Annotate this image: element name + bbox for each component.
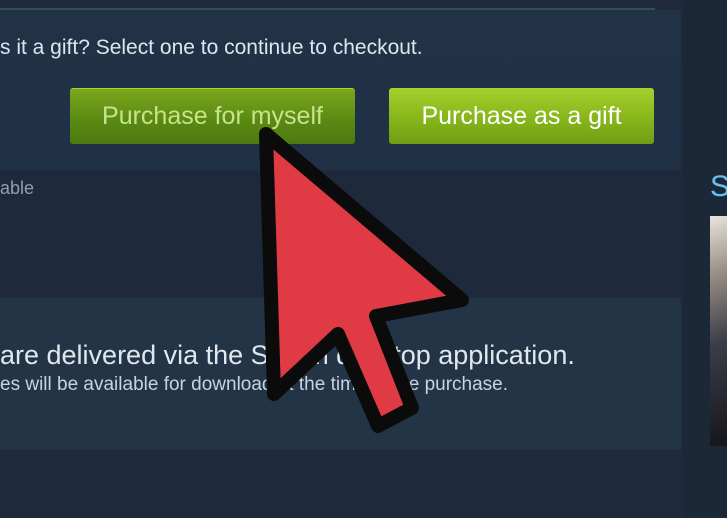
- purchase-as-gift-label: Purchase as a gift: [421, 102, 622, 130]
- purchase-for-myself-button[interactable]: Purchase for myself: [70, 88, 355, 144]
- availability-note: able: [0, 178, 35, 198]
- purchase-as-gift-button[interactable]: Purchase as a gift: [389, 88, 654, 144]
- sidebar-thumbnail[interactable]: [710, 216, 727, 446]
- delivery-info-heading: are delivered via the Steam desktop appl…: [0, 340, 575, 370]
- sidebar-heading: S: [710, 170, 727, 203]
- gift-question-text: s it a gift? Select one to continue to c…: [0, 36, 423, 59]
- purchase-for-myself-label: Purchase for myself: [102, 102, 323, 130]
- delivery-info-detail: es will be available for download at the…: [0, 374, 509, 395]
